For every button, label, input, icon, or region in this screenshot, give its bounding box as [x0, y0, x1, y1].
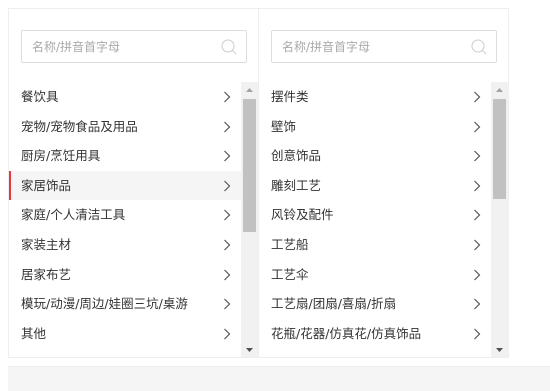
category-item[interactable]: 家庭/个人清洁工具: [9, 200, 241, 230]
chevron-right-icon: [224, 239, 231, 251]
subcategory-item[interactable]: 花瓶/花器/仿真花/仿真饰品: [259, 319, 491, 349]
bottom-bar: [8, 366, 550, 391]
subcategory-item-label: 工艺扇/团扇/喜扇/折扇: [271, 296, 397, 312]
scroll-down-arrow-icon[interactable]: [241, 341, 258, 358]
category-item[interactable]: 其他: [9, 319, 241, 349]
scrollbar-thumb[interactable]: [243, 99, 256, 232]
chevron-right-icon: [474, 298, 481, 310]
category-item-label: 居家布艺: [21, 266, 72, 282]
scroll-up-arrow-icon[interactable]: [241, 82, 258, 99]
subcategory-item[interactable]: 壁饰: [259, 112, 491, 142]
chevron-right-icon: [224, 150, 231, 162]
search-icon[interactable]: [220, 38, 238, 56]
category-panel-level-1: 餐饮具 宠物/宠物食品及用品 厨房/烹饪用具 家居饰品 家庭/个人清洁工具 家装…: [8, 8, 259, 358]
subcategory-item[interactable]: 创意饰品: [259, 141, 491, 171]
category-item-label: 餐饮具: [21, 89, 59, 104]
category-item-selected[interactable]: 家居饰品: [9, 170, 241, 201]
search-icon[interactable]: [470, 38, 488, 56]
subcategory-item[interactable]: 工艺伞: [259, 260, 491, 290]
subcategory-item-label: 雕刻工艺: [271, 177, 322, 193]
category-item[interactable]: 家装主材: [9, 230, 241, 260]
subcategory-item[interactable]: 雕刻工艺: [259, 171, 491, 201]
subcategory-item-label: 创意饰品: [271, 148, 322, 164]
chevron-right-icon: [474, 328, 481, 340]
chevron-right-icon: [474, 209, 481, 221]
category-item-label: 家居饰品: [21, 177, 72, 193]
chevron-right-icon: [224, 209, 231, 221]
category-item[interactable]: 居家布艺: [9, 260, 241, 290]
chevron-right-icon: [474, 269, 481, 280]
category-item-label: 家装主材: [21, 236, 72, 252]
subcategory-item-label: 风铃及配件: [271, 207, 334, 223]
vertical-scrollbar[interactable]: [241, 82, 258, 358]
category-list: 餐饮具 宠物/宠物食品及用品 厨房/烹饪用具 家居饰品 家庭/个人清洁工具 家装…: [9, 82, 241, 357]
subcategory-item[interactable]: 摆件类: [259, 82, 491, 112]
category-panel-level-2: 摆件类 壁饰 创意饰品 雕刻工艺 风铃及配件 工艺船 工艺伞 工艺扇/团扇/喜扇…: [258, 8, 509, 358]
subcategory-item-label: 工艺伞: [271, 266, 309, 282]
subcategory-item-label: 壁饰: [271, 118, 297, 134]
category-item-label: 模玩/动漫/周边/娃圈三坑/桌游: [21, 296, 188, 312]
chevron-right-icon: [224, 298, 231, 310]
vertical-scrollbar[interactable]: [491, 82, 508, 358]
subcategory-item-label: 摆件类: [271, 89, 309, 104]
category-item-label: 宠物/宠物食品及用品: [21, 118, 138, 134]
chevron-right-icon: [224, 121, 231, 133]
scroll-up-arrow-icon[interactable]: [491, 82, 508, 99]
category-search-input[interactable]: [22, 31, 222, 62]
chevron-right-icon: [224, 328, 231, 340]
chevron-right-icon: [224, 180, 231, 192]
category-item[interactable]: 餐饮具: [9, 82, 241, 112]
subcategory-item-label: 工艺船: [271, 236, 309, 252]
chevron-right-icon: [474, 150, 481, 162]
category-item[interactable]: 厨房/烹饪用具: [9, 141, 241, 171]
subcategory-item[interactable]: 工艺船: [259, 230, 491, 260]
category-item[interactable]: 模玩/动漫/周边/娃圈三坑/桌游: [9, 289, 241, 319]
category-item-label: 家庭/个人清洁工具: [21, 207, 126, 223]
scrollbar-thumb[interactable]: [493, 99, 506, 199]
chevron-right-icon: [474, 91, 481, 103]
subcategory-item-label: 花瓶/花器/仿真花/仿真饰品: [271, 325, 422, 341]
subcategory-search-input[interactable]: [272, 31, 472, 62]
chevron-right-icon: [224, 91, 231, 103]
subcategory-item[interactable]: 工艺扇/团扇/喜扇/折扇: [259, 289, 491, 319]
chevron-right-icon: [474, 239, 481, 251]
subcategory-list: 摆件类 壁饰 创意饰品 雕刻工艺 风铃及配件 工艺船 工艺伞 工艺扇/团扇/喜扇…: [259, 82, 491, 357]
chevron-right-icon: [224, 269, 231, 280]
chevron-right-icon: [474, 121, 481, 133]
subcategory-search-box: [271, 30, 497, 63]
subcategory-item[interactable]: 风铃及配件: [259, 200, 491, 230]
scroll-down-arrow-icon[interactable]: [491, 341, 508, 358]
category-item-label: 厨房/烹饪用具: [21, 148, 101, 164]
category-item-label: 其他: [21, 325, 47, 341]
chevron-right-icon: [474, 180, 481, 192]
category-item[interactable]: 宠物/宠物食品及用品: [9, 112, 241, 142]
category-search-box: [21, 30, 247, 63]
